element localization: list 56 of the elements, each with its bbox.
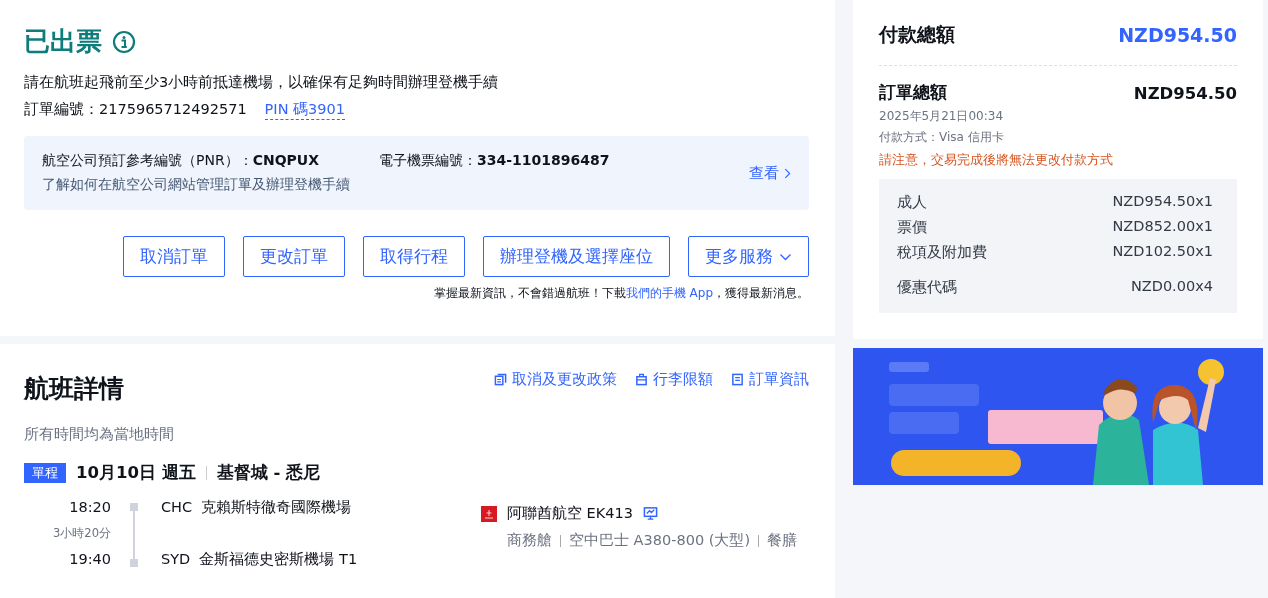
action-button[interactable]: 取消訂單	[123, 236, 225, 277]
flight-date: 10月10日 週五	[76, 462, 196, 484]
luggage-icon	[635, 373, 648, 386]
airline-logo-icon	[481, 505, 497, 522]
flight-detail: 餐膳	[767, 531, 798, 550]
arrival-time: 19:40	[69, 550, 111, 569]
info-link[interactable]: 取消及更改政策	[494, 370, 617, 389]
price-item-label: 成人	[897, 193, 927, 212]
chevron-right-icon	[784, 167, 791, 179]
discount-code-label: 優惠代碼	[897, 278, 957, 297]
arrival-notice: 請在航班起飛前至少3小時前抵達機場，以確保有足夠時間辦理登機手續	[24, 73, 500, 92]
trip-type-tag: 單程	[24, 463, 66, 483]
info-link[interactable]: 行李限額	[635, 370, 713, 389]
flight-detail: 商務艙	[507, 531, 552, 550]
order-number: 訂單編號：2175965712492571	[24, 100, 247, 119]
document-icon	[494, 373, 507, 386]
departure-time: 18:20	[69, 498, 111, 517]
flight-route: 基督城 - 悉尼	[216, 462, 320, 484]
airline-flight-number: 阿聯酋航空 EK413	[507, 504, 633, 523]
price-item-amount: NZD102.50x1	[1112, 243, 1213, 261]
info-link[interactable]: 訂單資訊	[731, 370, 809, 389]
app-download-note: 掌握最新資訊，不會錯過航班！下載我們的手機 App，獲得最新消息。	[432, 285, 809, 302]
pin-code-link[interactable]: PIN 碼3901	[264, 100, 345, 120]
price-item-label: 票價	[897, 218, 927, 237]
arrival-airport: SYD 金斯福德史密斯機場 T1	[161, 550, 359, 569]
discount-amount: NZD0.00x4	[1130, 278, 1213, 296]
receipt-icon	[731, 373, 744, 386]
flight-duration: 3小時20分	[53, 525, 111, 542]
action-button[interactable]: 更改訂單	[243, 236, 345, 277]
payment-total-amount: NZD954.50	[1118, 24, 1237, 46]
status-title: 已出票	[24, 25, 102, 58]
flight-detail: 空中巴士 A380-800 (大型)	[569, 531, 751, 550]
mobile-app-link[interactable]: 我們的手機 App	[625, 286, 713, 300]
payment-method: 付款方式：Visa 信用卡	[879, 129, 1005, 146]
payment-total-label: 付款總額	[879, 22, 955, 47]
view-link[interactable]: 查看	[749, 163, 791, 183]
caret-icon	[779, 252, 792, 261]
price-item-label: 稅項及附加費	[897, 243, 987, 262]
order-total-amount: NZD954.50	[1133, 83, 1237, 103]
departure-airport: CHC 克賴斯特徹奇國際機場	[161, 498, 353, 517]
manage-booking-help: 了解如何在航空公司網站管理訂單及辦理登機手續	[42, 176, 351, 194]
payment-warning: 請注意，交易完成後將無法更改付款方式	[879, 152, 1114, 169]
price-item-amount: NZD852.00x1	[1112, 218, 1213, 236]
monitor-icon[interactable]	[642, 506, 658, 521]
action-button[interactable]: 辦理登機及選擇座位	[483, 236, 670, 277]
local-time-note: 所有時間均為當地時間	[24, 425, 175, 444]
info-icon[interactable]	[112, 29, 136, 54]
pnr-reference: 航空公司預訂參考編號（PNR）：CNQPUX	[42, 152, 319, 170]
order-total-label: 訂單總額	[879, 82, 947, 104]
price-item-amount: NZD954.50x1	[1112, 193, 1213, 211]
more-services-dropdown[interactable]: 更多服務	[688, 236, 809, 277]
e-ticket-number: 電子機票編號：334-1101896487	[379, 152, 610, 170]
action-button[interactable]: 取得行程	[363, 236, 465, 277]
timeline-drawing	[129, 500, 139, 570]
flight-details-title: 航班詳情	[24, 373, 124, 405]
payment-date: 2025年5月21日00:34	[879, 108, 1005, 125]
